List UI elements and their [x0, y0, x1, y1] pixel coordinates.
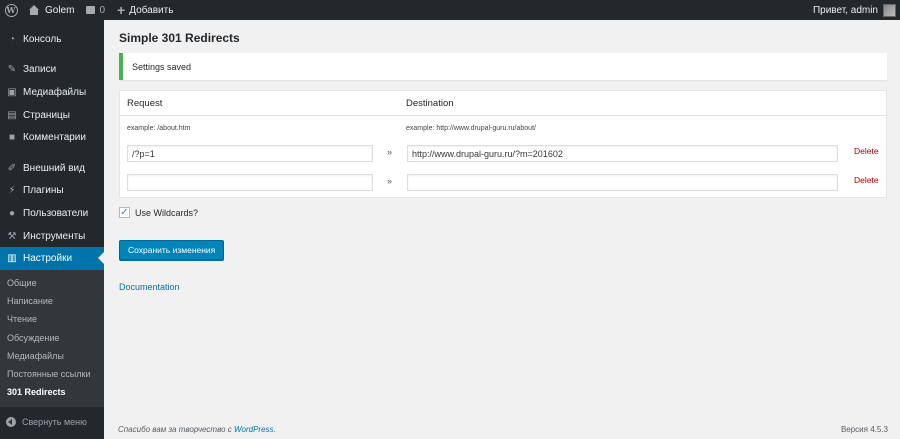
submenu-item-permalinks[interactable]: Постоянные ссылки — [0, 365, 104, 383]
redirects-table: Request Destination example: /about.htm … — [119, 90, 887, 198]
wrench-icon: ⚒ — [7, 230, 17, 242]
dashboard-icon: ◔ — [8, 33, 16, 45]
delete-link[interactable]: Delete — [854, 175, 879, 185]
sidebar-item-pages[interactable]: ▤ Страницы — [0, 104, 104, 127]
sidebar-item-media[interactable]: ▣ Медиафайлы — [0, 81, 104, 104]
site-name-link[interactable]: Golem — [22, 0, 80, 20]
save-changes-button[interactable]: Сохранить изменения — [119, 240, 225, 260]
collapse-icon — [6, 417, 16, 428]
documentation-link[interactable]: Documentation — [119, 282, 180, 292]
wordpress-logo-button[interactable]: W — [0, 0, 22, 20]
sidebar-item-posts[interactable]: ✎ Записи — [0, 59, 104, 82]
settings-saved-notice: Settings saved — [119, 53, 887, 80]
sidebar-item-label: Записи — [23, 64, 57, 76]
destination-input[interactable]: http://www.drupal-guru.ru/?m=201602 — [407, 145, 838, 162]
admin-sidebar: ◔ Консоль ✎ Записи ▣ Медиафайлы ▤ Страни… — [0, 20, 104, 439]
submenu-item-media[interactable]: Медиафайлы — [0, 347, 104, 365]
destination-input[interactable] — [407, 174, 838, 191]
media-icon: ▣ — [7, 86, 17, 98]
my-account-link[interactable]: Привет, admin — [807, 0, 900, 20]
collapse-menu-button[interactable]: Свернуть меню — [0, 411, 104, 433]
site-name-label: Golem — [45, 4, 75, 16]
sidebar-item-label: Внешний вид — [23, 162, 85, 174]
sidebar-item-label: Комментарии — [23, 132, 86, 144]
column-header-destination: Destination — [406, 97, 454, 109]
request-input[interactable]: /?p=1 — [127, 145, 373, 162]
wildcards-option: ✓ Use Wildcards? — [119, 207, 198, 218]
request-input[interactable] — [127, 174, 373, 191]
footer-version: Версия 4.5.3 — [840, 425, 888, 434]
column-header-request: Request — [127, 97, 163, 109]
sidebar-item-label: Настройки — [23, 253, 73, 265]
sidebar-item-label: Плагины — [23, 185, 64, 197]
comments-link[interactable]: 0 — [80, 0, 111, 20]
sidebar-item-comments[interactable]: ■ Комментарии — [0, 126, 104, 149]
collapse-menu-label: Свернуть меню — [22, 417, 87, 428]
wordpress-logo-icon: W — [4, 3, 18, 17]
comments-icon: ■ — [8, 132, 16, 144]
sidebar-item-settings[interactable]: ▥ Настройки — [0, 247, 104, 270]
arrow-separator: » — [387, 176, 393, 186]
new-content-button[interactable]: + Добавить — [111, 0, 179, 20]
sidebar-item-tools[interactable]: ⚒ Инструменты — [0, 225, 104, 248]
sidebar-item-plugins[interactable]: ⚡ Плагины — [0, 180, 104, 203]
new-content-label: Добавить — [129, 4, 174, 16]
admin-bar: W Golem 0 + Добавить Привет, admin — [0, 0, 900, 20]
delete-link[interactable]: Delete — [854, 146, 879, 156]
request-example: example: /about.htm — [127, 125, 191, 132]
comments-count: 0 — [99, 4, 106, 16]
settings-icon: ▥ — [7, 253, 17, 265]
submenu-item-general[interactable]: Общие — [0, 274, 104, 292]
submenu-item-301-redirects[interactable]: 301 Redirects — [0, 383, 104, 401]
pages-icon: ▤ — [7, 109, 17, 121]
pin-icon: ✎ — [7, 64, 17, 76]
sidebar-item-users[interactable]: ● Пользователи — [0, 202, 104, 225]
page-title: Simple 301 Redirects — [119, 31, 240, 45]
arrow-separator: » — [387, 147, 393, 157]
sidebar-item-appearance[interactable]: ✐ Внешний вид — [0, 157, 104, 180]
wildcards-label: Use Wildcards? — [135, 207, 199, 218]
footer-thanks-suffix: . — [273, 425, 276, 434]
home-icon — [28, 5, 40, 15]
main-content: Simple 301 Redirects Settings saved Requ… — [104, 20, 900, 439]
greeting-label: Привет, admin — [812, 4, 878, 16]
sidebar-item-label: Медиафайлы — [23, 86, 87, 98]
user-icon: ● — [8, 207, 16, 219]
sidebar-item-label: Страницы — [23, 109, 70, 121]
submenu-item-discussion[interactable]: Обсуждение — [0, 329, 104, 347]
sidebar-item-label: Консоль — [23, 33, 62, 45]
avatar — [883, 3, 896, 17]
plugin-icon: ⚡ — [8, 185, 16, 197]
footer-thanks: Спасибо вам за творчество с WordPress. — [118, 425, 276, 434]
wordpress-link[interactable]: WordPress — [234, 425, 274, 434]
sidebar-item-label: Инструменты — [23, 230, 86, 242]
submenu-item-writing[interactable]: Написание — [0, 292, 104, 310]
destination-example: example: http://www.drupal-guru.ru/about… — [406, 125, 536, 132]
submenu-item-reading[interactable]: Чтение — [0, 310, 104, 328]
sidebar-item-label: Пользователи — [23, 207, 89, 219]
sidebar-item-dashboard[interactable]: ◔ Консоль — [0, 28, 104, 51]
notice-text: Settings saved — [132, 61, 192, 72]
plus-icon: + — [117, 2, 126, 18]
comment-bubble-icon — [86, 6, 96, 14]
wildcards-checkbox[interactable]: ✓ — [119, 207, 130, 218]
footer-thanks-prefix: Спасибо вам за творчество с — [118, 425, 234, 434]
settings-submenu: Общие Написание Чтение Обсуждение Медиаф… — [0, 269, 104, 408]
brush-icon: ✐ — [7, 162, 17, 174]
